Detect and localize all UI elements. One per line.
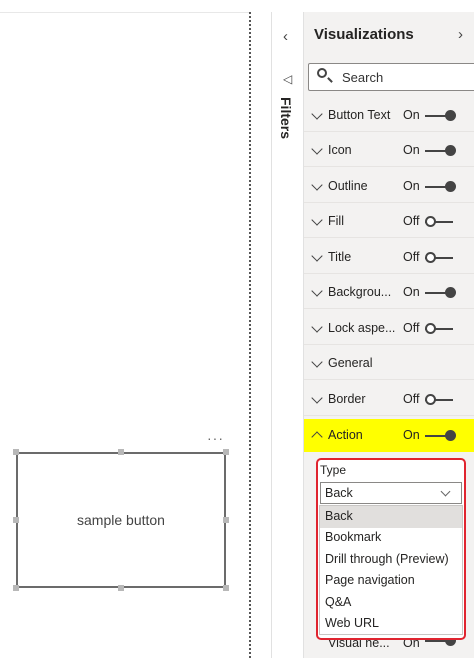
canvas-top-edge	[0, 12, 250, 13]
chevron-left-icon[interactable]: ‹	[283, 28, 288, 45]
toggle-state-text: Off	[403, 321, 420, 335]
toggle-switch[interactable]	[425, 394, 453, 405]
section-border[interactable]: Border Off	[304, 383, 474, 416]
toggle-switch[interactable]	[425, 287, 456, 298]
chevron-down-icon	[440, 486, 451, 497]
section-label: Button Text	[328, 108, 391, 122]
chevron-up-icon	[311, 431, 323, 443]
action-type-label: Type	[320, 463, 347, 477]
more-options-icon[interactable]: ···	[207, 430, 224, 446]
toggle-switch[interactable]	[425, 635, 456, 646]
chevron-down-icon	[311, 392, 323, 404]
chevron-down-icon	[311, 250, 323, 262]
toggle-switch[interactable]	[425, 216, 453, 227]
section-outline[interactable]: Outline On	[304, 170, 474, 203]
action-type-dropdown-list: Back Bookmark Drill through (Preview) Pa…	[319, 505, 463, 635]
toggle-state-text: On	[403, 428, 420, 442]
chevron-down-icon	[311, 179, 323, 191]
section-label: Fill	[328, 214, 344, 228]
section-general[interactable]: General	[304, 347, 474, 380]
toggle-state-text: Off	[403, 214, 420, 228]
section-fill[interactable]: Fill Off	[304, 205, 474, 238]
section-label: Title	[328, 250, 352, 264]
dropdown-option-qa[interactable]: Q&A	[320, 592, 462, 614]
resize-handle-bl[interactable]	[13, 585, 19, 591]
sample-button-text: sample button	[77, 512, 165, 528]
section-title[interactable]: Title Off	[304, 241, 474, 274]
section-label: Lock aspe...	[328, 321, 396, 335]
resize-handle-bm[interactable]	[118, 585, 124, 591]
section-label: Outline	[328, 179, 368, 193]
toggle-state-text: Off	[403, 250, 420, 264]
dropdown-option-page-navigation[interactable]: Page navigation	[320, 570, 462, 592]
resize-handle-br[interactable]	[223, 585, 229, 591]
section-label: Icon	[328, 143, 352, 157]
resize-handle-mr[interactable]	[223, 517, 229, 523]
search-input[interactable]	[342, 68, 470, 86]
toggle-switch[interactable]	[425, 252, 453, 263]
dropdown-option-bookmark[interactable]: Bookmark	[320, 527, 462, 549]
dropdown-option-back[interactable]: Back	[320, 506, 462, 528]
toggle-state-text: On	[403, 179, 420, 193]
dropdown-option-drill-through[interactable]: Drill through (Preview)	[320, 549, 462, 571]
section-action[interactable]: Action On	[304, 419, 474, 452]
resize-handle-tr[interactable]	[223, 449, 229, 455]
resize-handle-tm[interactable]	[118, 449, 124, 455]
chevron-down-icon	[311, 143, 323, 155]
chevron-down-icon	[311, 108, 323, 120]
toggle-switch[interactable]	[425, 181, 456, 192]
resize-handle-tl[interactable]	[13, 449, 19, 455]
toggle-switch[interactable]	[425, 110, 456, 121]
search-box[interactable]	[308, 63, 474, 91]
toggle-state-text: On	[403, 143, 420, 157]
action-type-select[interactable]: Back	[320, 482, 462, 504]
chevron-down-icon	[311, 285, 323, 297]
toggle-switch[interactable]	[425, 323, 453, 334]
section-lock-aspect[interactable]: Lock aspe... Off	[304, 312, 474, 345]
section-label: Border	[328, 392, 366, 406]
section-label: Action	[328, 428, 363, 442]
visualizations-title: Visualizations	[314, 26, 414, 43]
sample-button-visual[interactable]: sample button	[16, 452, 226, 588]
canvas-boundary-line	[249, 12, 251, 658]
toggle-state-text: On	[403, 108, 420, 122]
search-icon	[317, 68, 327, 78]
toggle-state-text: On	[403, 285, 420, 299]
filters-pane-label[interactable]: Filters	[278, 97, 294, 139]
toggle-state-text: Off	[403, 392, 420, 406]
section-button-text[interactable]: Button Text On	[304, 99, 474, 132]
section-label: General	[328, 356, 373, 370]
toggle-switch[interactable]	[425, 145, 456, 156]
section-icon[interactable]: Icon On	[304, 134, 474, 167]
chevron-down-icon	[311, 356, 323, 368]
action-type-selected-value: Back	[325, 486, 353, 500]
chevron-down-icon	[311, 214, 323, 226]
section-label: Backgrou...	[328, 285, 392, 299]
section-background[interactable]: Backgrou... On	[304, 276, 474, 309]
chevron-right-icon[interactable]: ›	[458, 26, 463, 43]
chevron-down-icon	[311, 321, 323, 333]
filter-icon[interactable]: ◁	[283, 72, 292, 86]
resize-handle-ml[interactable]	[13, 517, 19, 523]
toggle-switch[interactable]	[425, 430, 456, 441]
dropdown-option-web-url[interactable]: Web URL	[320, 613, 462, 635]
